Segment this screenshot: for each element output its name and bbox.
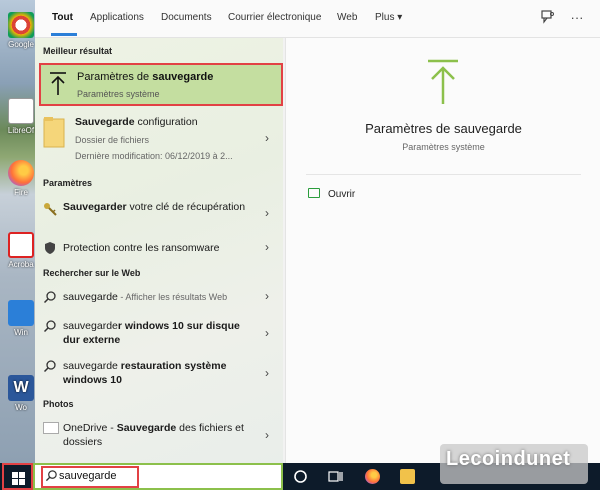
chevron-right-icon[interactable]: › <box>265 206 269 220</box>
open-button[interactable]: Ouvrir <box>308 188 355 200</box>
desktop-icon-firefox[interactable]: Fire <box>6 160 36 197</box>
cortana-icon[interactable] <box>293 469 308 484</box>
search-box[interactable]: sauvegarde <box>33 463 283 490</box>
backup-arrow-icon <box>428 59 458 104</box>
firefox-icon[interactable] <box>365 469 380 484</box>
search-icon <box>43 290 57 304</box>
word-icon: W <box>8 375 34 401</box>
folder-title: Sauvegarde configuration <box>75 116 198 128</box>
search-tabs: Tout Applications Documents Courrier éle… <box>35 0 600 38</box>
desktop-icon-label: Fire <box>14 188 28 197</box>
list-item-setting[interactable]: Sauvegarder votre clé de récupération › <box>35 199 283 231</box>
section-web: Rechercher sur le Web <box>43 268 141 278</box>
chevron-right-icon[interactable]: › <box>265 366 269 380</box>
setting-ransomware: Protection contre les ransomware <box>63 242 220 254</box>
search-icon <box>45 469 58 485</box>
setting-recovery-key: Sauvegarder votre clé de récupération <box>63 201 246 213</box>
desktop-icon-label: Acroba <box>8 260 34 269</box>
shield-icon <box>43 241 57 255</box>
desktop-strip: Google LibreOf Fire Acroba Win W Wo <box>0 0 40 463</box>
key-icon <box>43 202 57 216</box>
search-panel: Tout Applications Documents Courrier éle… <box>35 0 600 463</box>
best-result-subtitle: Paramètres système <box>77 89 160 99</box>
feedback-icon[interactable] <box>540 10 556 26</box>
tab-more[interactable]: Plus ▾ <box>375 12 402 23</box>
section-best-result: Meilleur résultat <box>43 46 113 56</box>
detail-pane: Paramètres de sauvegarde Paramètres syst… <box>285 38 600 463</box>
chevron-right-icon[interactable]: › <box>265 131 269 145</box>
desktop-icon-label: Google <box>8 40 34 49</box>
list-item-web[interactable]: sauvegarde restauration système windows … <box>35 358 283 390</box>
list-item-setting[interactable]: Protection contre les ransomware › <box>35 240 283 258</box>
firefox-icon <box>8 160 34 186</box>
section-photos: Photos <box>43 399 74 409</box>
best-result-title: Paramètres de sauvegarde <box>77 71 214 83</box>
tab-documents[interactable]: Documents <box>161 12 212 23</box>
search-icon <box>43 359 57 373</box>
tab-email[interactable]: Courrier électronique <box>228 12 321 23</box>
folder-modified: Dernière modification: 06/12/2019 à 2... <box>75 151 233 161</box>
tab-web[interactable]: Web <box>337 12 357 23</box>
start-button[interactable] <box>2 463 33 490</box>
list-item-folder[interactable]: Sauvegarde configuration Dossier de fich… <box>35 111 283 163</box>
chevron-right-icon[interactable]: › <box>265 326 269 340</box>
file-explorer-icon[interactable] <box>400 469 415 484</box>
backup-arrow-icon <box>50 72 66 95</box>
open-label: Ouvrir <box>328 189 356 200</box>
desktop-icon-google[interactable]: Google <box>6 12 36 49</box>
detail-subtitle: Paramètres système <box>402 142 485 152</box>
watermark-text: Lecoindunet <box>446 448 571 470</box>
web-result-1: sauvegarde - Afficher les résultats Web <box>63 291 228 303</box>
desktop-icon-label: Wo <box>15 403 27 412</box>
more-options-icon[interactable]: ··· <box>569 10 585 26</box>
results-list: Meilleur résultat Paramètres de sauvegar… <box>35 38 283 463</box>
list-item-web[interactable]: sauvegarde - Afficher les résultats Web … <box>35 289 283 307</box>
detail-title: Paramètres de sauvegarde <box>365 121 522 136</box>
divider <box>306 174 581 175</box>
desktop-icon-acrobat[interactable]: Acroba <box>6 232 36 269</box>
photo-thumbnail-icon <box>43 422 59 434</box>
windows-app-icon <box>8 300 34 326</box>
chevron-right-icon[interactable]: › <box>265 240 269 254</box>
acrobat-icon <box>8 232 34 258</box>
active-tab-indicator <box>51 33 77 36</box>
desktop-icon-word[interactable]: W Wo <box>6 375 36 412</box>
desktop-icon-label: LibreOf <box>7 126 35 135</box>
list-item-photo[interactable]: OneDrive - Sauvegarde des fichiers et do… <box>35 420 283 452</box>
chevron-right-icon[interactable]: › <box>265 428 269 442</box>
chevron-right-icon[interactable]: › <box>265 289 269 303</box>
section-settings: Paramètres <box>43 178 93 188</box>
search-icon <box>43 319 57 333</box>
watermark: Lecoindunet <box>440 444 588 484</box>
folder-icon <box>43 117 65 148</box>
photo-result: OneDrive - Sauvegarde des fichiers et do… <box>63 422 244 448</box>
chrome-icon <box>8 12 34 38</box>
tab-all[interactable]: Tout <box>52 12 73 23</box>
folder-type: Dossier de fichiers <box>75 135 150 145</box>
open-icon <box>308 188 320 198</box>
windows-logo-icon <box>12 472 25 485</box>
task-view-icon[interactable] <box>328 469 343 484</box>
desktop-icon-libreoffice[interactable]: LibreOf <box>6 98 36 135</box>
desktop-icon-windows[interactable]: Win <box>6 300 36 337</box>
desktop-icon-label: Win <box>14 328 28 337</box>
web-result-2: sauvegarder windows 10 sur disque dur ex… <box>63 320 240 346</box>
best-result-item[interactable]: Paramètres de sauvegarde Paramètres syst… <box>39 63 283 106</box>
tab-applications[interactable]: Applications <box>90 12 144 23</box>
search-input[interactable]: sauvegarde <box>59 470 117 482</box>
list-item-web[interactable]: sauvegarder windows 10 sur disque dur ex… <box>35 318 283 350</box>
libreoffice-icon <box>8 98 34 124</box>
web-result-3: sauvegarde restauration système windows … <box>63 360 227 386</box>
